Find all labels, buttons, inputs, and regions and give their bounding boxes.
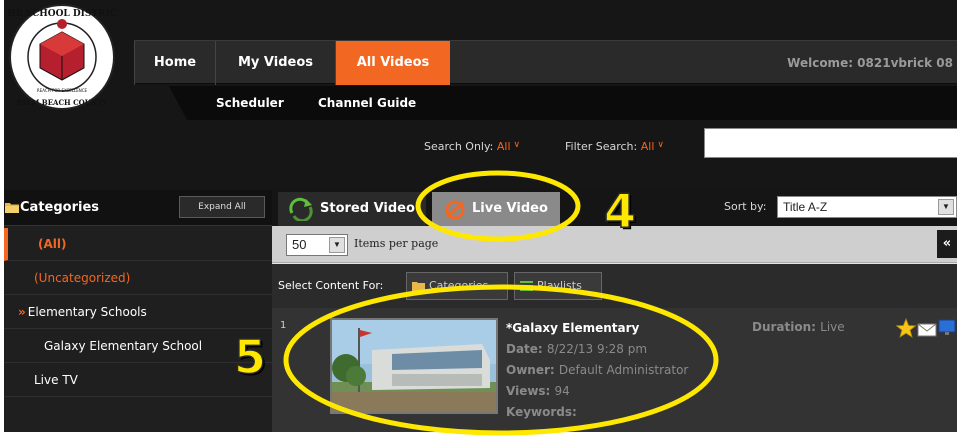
- select-content-bar: Select Content For: Categories Playlists: [272, 264, 957, 308]
- category-galaxy-elementary[interactable]: Galaxy Elementary School: [4, 330, 272, 363]
- select-categories-label: Categories: [429, 279, 489, 292]
- search-only-label: Search Only:: [424, 140, 494, 153]
- date-value: 8/22/13 9:28 pm: [546, 342, 648, 356]
- video-title[interactable]: *Galaxy Elementary: [506, 318, 688, 339]
- chevron-down-icon: ∨: [657, 140, 664, 150]
- keywords-label: Keywords:: [506, 405, 577, 419]
- logo-text-top: THE SCHOOL DISTRICT: [6, 9, 118, 19]
- row-index: 1: [280, 320, 287, 331]
- expand-all-button[interactable]: Expand All: [179, 196, 265, 218]
- stored-video-icon: [289, 197, 313, 221]
- filter-search-value: All: [640, 140, 655, 153]
- row-actions: [896, 318, 956, 338]
- duration-value: Live: [820, 320, 845, 334]
- video-duration: Duration: Live: [752, 318, 845, 336]
- top-navigation: Home My Videos All Videos Welcome: 0821v…: [134, 40, 957, 85]
- tab-stored-label: Stored Video: [320, 201, 415, 216]
- monitor-icon[interactable]: [938, 319, 956, 335]
- categories-sidebar: Categories Expand All (All) (Uncategoriz…: [4, 190, 272, 432]
- select-playlists-label: Playlists: [537, 279, 582, 292]
- sort-by-select[interactable]: Title A-Z ▼: [777, 196, 957, 218]
- categories-title: Categories: [20, 200, 100, 215]
- nav-home[interactable]: Home: [134, 41, 216, 85]
- mail-icon[interactable]: [917, 323, 937, 337]
- video-keywords: Keywords:: [506, 402, 688, 423]
- tab-live-video[interactable]: Live Video: [432, 192, 560, 226]
- views-label: Views:: [506, 384, 551, 398]
- dropdown-arrow-icon: ▼: [329, 237, 345, 253]
- duration-label: Duration:: [752, 320, 816, 334]
- owner-label: Owner:: [506, 363, 555, 377]
- items-per-page-select[interactable]: 50 ▼: [286, 234, 348, 256]
- subnav-scheduler[interactable]: Scheduler: [216, 94, 284, 112]
- logo-motto: REACH FOR EXCELLENCE: [37, 88, 88, 93]
- search-only-value: All: [496, 140, 511, 153]
- category-all[interactable]: (All): [4, 228, 272, 261]
- select-playlists-button[interactable]: Playlists: [514, 272, 602, 300]
- filter-search-dropdown[interactable]: Filter Search: All ∨: [565, 138, 664, 154]
- star-icon[interactable]: [896, 318, 917, 338]
- dropdown-arrow-icon: ▼: [938, 199, 954, 215]
- select-content-label: Select Content For:: [278, 279, 384, 292]
- date-label: Date:: [506, 342, 543, 356]
- nav-all-videos[interactable]: All Videos: [336, 41, 450, 85]
- items-per-page-value: 50: [292, 237, 307, 252]
- nav-my-videos[interactable]: My Videos: [216, 41, 336, 85]
- video-info: *Galaxy Elementary Date: 8/22/13 9:28 pm…: [506, 318, 688, 423]
- app-window: THE SCHOOL DISTRICT PALM BEACH COUNTY RE…: [4, 0, 957, 432]
- expand-arrow-icon: »: [18, 305, 26, 319]
- callout-number-4: 4: [603, 184, 637, 238]
- tab-stored-video[interactable]: Stored Video: [278, 192, 426, 226]
- district-logo[interactable]: THE SCHOOL DISTRICT PALM BEACH COUNTY RE…: [6, 2, 118, 112]
- categories-header: Categories Expand All: [4, 190, 272, 226]
- folder-icon: [412, 282, 425, 291]
- owner-value: Default Administrator: [558, 363, 689, 377]
- subnav-channel-guide[interactable]: Channel Guide: [318, 94, 416, 112]
- logo-text-bottom: PALM BEACH COUNTY: [17, 98, 109, 107]
- folder-icon: [5, 203, 19, 213]
- video-list: 1 *Galaxy Elementary Date: 8/22/13 9:28 …: [272, 308, 957, 432]
- welcome-text: Welcome: 0821vbrick 08: [787, 56, 953, 70]
- search-row: Search Only: All ∨ Filter Search: All ∨: [4, 120, 957, 190]
- search-input[interactable]: [704, 128, 957, 158]
- select-categories-button[interactable]: Categories: [406, 272, 508, 300]
- collapse-button[interactable]: «: [937, 230, 957, 258]
- chevron-down-icon: ∨: [513, 140, 521, 150]
- sub-navigation-bar: [169, 86, 957, 120]
- category-label: Elementary Schools: [27, 305, 147, 319]
- video-views: Views: 94: [506, 381, 688, 402]
- playlist-icon: [520, 281, 533, 291]
- category-elementary-schools[interactable]: » Elementary Schools: [4, 296, 272, 329]
- header: THE SCHOOL DISTRICT PALM BEACH COUNTY RE…: [4, 0, 957, 190]
- items-per-page-label: Items per page: [354, 237, 439, 250]
- views-value: 94: [554, 384, 570, 398]
- video-thumbnail[interactable]: [330, 318, 498, 414]
- live-video-icon: [445, 200, 465, 220]
- sort-by-value: Title A-Z: [783, 200, 828, 214]
- callout-number-5: 5: [233, 330, 267, 384]
- video-date: Date: 8/22/13 9:28 pm: [506, 339, 688, 360]
- school-building-image: [332, 320, 496, 412]
- video-owner: Owner: Default Administrator: [506, 360, 688, 381]
- search-only-dropdown[interactable]: Search Only: All ∨: [424, 138, 520, 154]
- category-uncategorized[interactable]: (Uncategorized): [4, 262, 272, 295]
- sort-by-label: Sort by:: [724, 200, 767, 213]
- filter-search-label: Filter Search:: [565, 140, 638, 153]
- category-live-tv[interactable]: Live TV: [4, 364, 272, 397]
- tab-live-label: Live Video: [472, 201, 548, 216]
